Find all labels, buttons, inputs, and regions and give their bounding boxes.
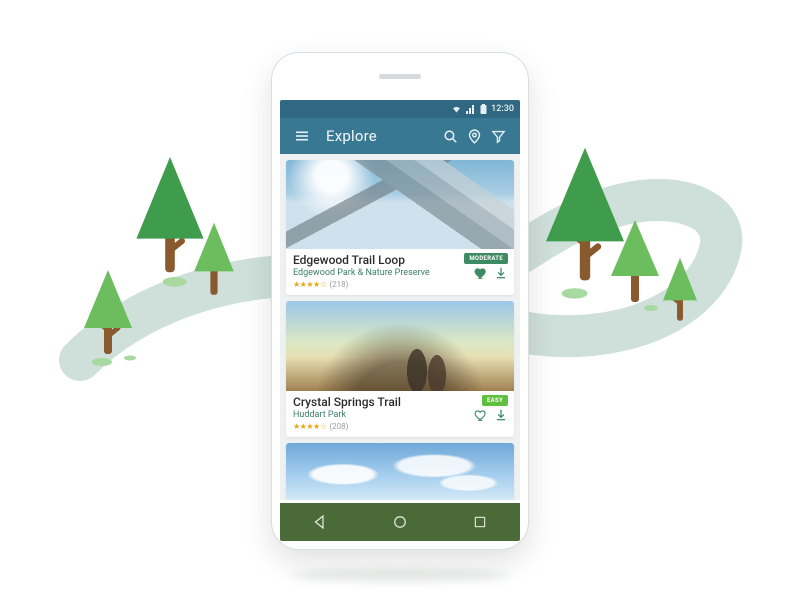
nav-recent-icon[interactable] <box>460 514 500 530</box>
review-count: (218) <box>329 280 348 289</box>
trail-photo[interactable] <box>286 443 514 500</box>
app-bar: Explore <box>280 118 520 154</box>
trail-actions: MODERATE <box>464 253 508 280</box>
download-icon[interactable] <box>494 266 508 280</box>
android-status-bar: 12:30 <box>280 100 520 118</box>
trail-rating: ★★★★☆(208) <box>293 422 507 431</box>
nav-home-icon[interactable] <box>380 513 420 531</box>
favorite-heart-icon[interactable] <box>474 408 488 422</box>
phone-screen: 12:30 Explore Edgewood Trail LoopEdgewoo… <box>280 100 520 500</box>
battery-icon <box>480 104 487 114</box>
download-icon[interactable] <box>494 408 508 422</box>
page-title: Explore <box>326 127 438 145</box>
trail-card[interactable] <box>286 443 514 500</box>
difficulty-badge: EASY <box>482 395 508 406</box>
trail-card-body: Edgewood Trail LoopEdgewood Park & Natur… <box>286 249 514 295</box>
cell-signal-icon <box>466 105 476 114</box>
android-nav-bar <box>280 503 520 541</box>
nav-back-icon[interactable] <box>300 513 340 531</box>
action-row <box>474 266 508 280</box>
trail-actions: EASY <box>474 395 508 422</box>
rating-stars: ★★★★☆ <box>293 280 326 289</box>
action-row <box>474 408 508 422</box>
rating-stars: ★★★★☆ <box>293 422 326 431</box>
trail-photo[interactable] <box>286 160 514 249</box>
filter-icon[interactable] <box>486 128 510 145</box>
wifi-icon <box>451 105 462 114</box>
difficulty-badge: MODERATE <box>464 253 508 264</box>
trail-list[interactable]: Edgewood Trail LoopEdgewood Park & Natur… <box>280 154 520 500</box>
trail-card-body: Crystal Springs TrailHuddart Park★★★★☆(2… <box>286 391 514 437</box>
menu-icon[interactable] <box>290 127 314 145</box>
map-pin-icon[interactable] <box>462 128 486 145</box>
phone-shadow <box>290 568 510 582</box>
favorite-heart-icon[interactable] <box>474 266 488 280</box>
trail-card[interactable]: Crystal Springs TrailHuddart Park★★★★☆(2… <box>286 301 514 436</box>
search-icon[interactable] <box>438 128 462 145</box>
trail-card[interactable]: Edgewood Trail LoopEdgewood Park & Natur… <box>286 160 514 295</box>
review-count: (208) <box>329 422 348 431</box>
trail-photo[interactable] <box>286 301 514 390</box>
trail-rating: ★★★★☆(218) <box>293 280 507 289</box>
phone-frame: 12:30 Explore Edgewood Trail LoopEdgewoo… <box>271 52 529 550</box>
status-time: 12:30 <box>491 104 514 114</box>
